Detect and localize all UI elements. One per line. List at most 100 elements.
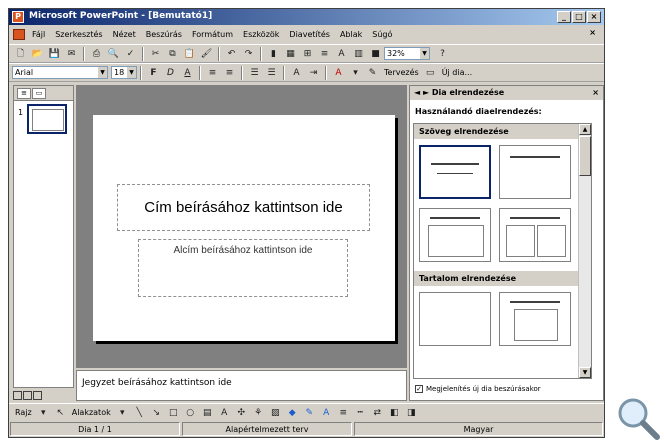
font-color-chevron-icon[interactable]: ▾ [349, 66, 362, 79]
3d-icon[interactable]: ◨ [405, 406, 418, 419]
redo-icon[interactable]: ↷ [242, 47, 255, 60]
line-color-icon[interactable]: ✎ [303, 406, 316, 419]
oval-icon[interactable]: ○ [184, 406, 197, 419]
slide-canvas[interactable]: Cím beírásához kattintson ide Alcím beír… [93, 115, 395, 341]
subtitle-placeholder[interactable]: Alcím beírásához kattintson ide [138, 239, 348, 297]
slideshow-view-icon[interactable] [33, 391, 42, 400]
chevron-down-icon[interactable]: ▼ [420, 48, 429, 59]
menu-file[interactable]: Fájl [27, 30, 50, 39]
powerpoint-app-icon[interactable]: P [12, 11, 24, 23]
title-placeholder[interactable]: Cím beírásához kattintson ide [117, 184, 370, 231]
numbering-icon[interactable]: ☰ [248, 66, 261, 79]
wordart-icon[interactable]: A [218, 406, 231, 419]
copy-icon[interactable]: ⧉ [166, 47, 179, 60]
line-icon[interactable]: ╲ [133, 406, 146, 419]
menu-format[interactable]: Formátum [187, 30, 238, 39]
new-icon[interactable]: 🗋 [14, 47, 27, 60]
layout-content[interactable] [499, 292, 571, 346]
layout-title-two-columns[interactable] [499, 208, 571, 262]
underline-icon[interactable]: A [181, 66, 194, 79]
show-on-insert-checkbox[interactable]: ✓ [415, 385, 423, 393]
expand-all-icon[interactable]: ≡ [318, 47, 331, 60]
font-color-icon[interactable]: A [332, 66, 345, 79]
menu-tools[interactable]: Eszközök [238, 30, 284, 39]
shadow-icon[interactable]: ◧ [388, 406, 401, 419]
font-size-combo[interactable]: 18 ▼ [111, 66, 137, 79]
draw-menu-button[interactable]: Rajz [15, 408, 32, 417]
chevron-down-icon[interactable]: ▼ [98, 67, 107, 78]
color-grayscale-icon[interactable]: ■ [369, 47, 382, 60]
menu-slideshow[interactable]: Diavetítés [284, 30, 335, 39]
paste-icon[interactable]: 📋 [183, 47, 196, 60]
dash-style-icon[interactable]: ┅ [354, 406, 367, 419]
scroll-thumb[interactable] [579, 136, 591, 176]
print-icon[interactable]: ⎙ [90, 47, 103, 60]
select-pointer-icon[interactable]: ↖ [54, 406, 67, 419]
layout-title-and-text[interactable] [419, 208, 491, 262]
indent-icon[interactable]: ⇥ [307, 66, 320, 79]
chevron-down-icon[interactable]: ▼ [127, 67, 136, 78]
table-icon[interactable]: ▦ [284, 47, 297, 60]
task-pane-close-icon[interactable]: × [592, 86, 599, 100]
spelling-icon[interactable]: ✓ [124, 47, 137, 60]
outline-tab-icon[interactable]: ≡ [17, 88, 31, 99]
open-icon[interactable]: 📂 [31, 47, 44, 60]
menu-view[interactable]: Nézet [108, 30, 141, 39]
italic-icon[interactable]: D [164, 66, 177, 79]
close-button[interactable]: × [587, 11, 601, 23]
minimize-button[interactable]: _ [557, 11, 571, 23]
diagram-icon[interactable]: ✣ [235, 406, 248, 419]
rectangle-icon[interactable]: □ [167, 406, 180, 419]
textbox-icon[interactable]: ▤ [201, 406, 214, 419]
permission-icon[interactable]: ✉ [65, 47, 78, 60]
line-style-icon[interactable]: ≡ [337, 406, 350, 419]
print-preview-icon[interactable]: 🔍 [107, 47, 120, 60]
slide-sorter-view-icon[interactable] [23, 391, 32, 400]
menu-help[interactable]: Súgó [367, 30, 397, 39]
back-icon[interactable]: ◄ [414, 88, 420, 97]
notes-pane[interactable]: Jegyzet beírásához kattintson ide [76, 370, 407, 401]
normal-view-icon[interactable] [13, 391, 22, 400]
layout-blank[interactable] [419, 292, 491, 346]
scroll-up-icon[interactable]: ▲ [579, 124, 591, 135]
fill-color-icon[interactable]: ◆ [286, 406, 299, 419]
task-pane-scrollbar[interactable]: ▲ ▼ [578, 124, 591, 378]
document-close-icon[interactable]: × [589, 28, 596, 37]
bold-icon[interactable]: F [147, 66, 160, 79]
zoom-combo[interactable]: 32% ▼ [384, 47, 430, 60]
show-on-insert-option[interactable]: ✓ Megjelenítés új dia beszúrásakor [415, 385, 541, 393]
menu-insert[interactable]: Beszúrás [141, 30, 187, 39]
show-formatting-icon[interactable]: A [335, 47, 348, 60]
chevron-down-icon[interactable]: ▾ [116, 406, 129, 419]
design-icon[interactable]: ✎ [366, 66, 379, 79]
undo-icon[interactable]: ↶ [225, 47, 238, 60]
scroll-down-icon[interactable]: ▼ [579, 367, 591, 378]
menu-window[interactable]: Ablak [335, 30, 367, 39]
align-left-icon[interactable]: ≡ [206, 66, 219, 79]
chevron-down-icon[interactable]: ▾ [37, 406, 50, 419]
design-button-label[interactable]: Tervezés [384, 68, 419, 77]
grid-icon[interactable]: ▥ [352, 47, 365, 60]
document-icon[interactable] [13, 29, 25, 40]
maximize-button[interactable]: □ [572, 11, 586, 23]
autoshapes-menu-button[interactable]: Alakzatok [72, 408, 111, 417]
layout-title-only[interactable] [499, 145, 571, 199]
increase-font-icon[interactable]: A [290, 66, 303, 79]
picture-icon[interactable]: ▨ [269, 406, 282, 419]
menu-edit[interactable]: Szerkesztés [50, 30, 107, 39]
slides-tab-icon[interactable]: ▭ [32, 88, 46, 99]
tables-borders-icon[interactable]: ⊞ [301, 47, 314, 60]
font-color-icon[interactable]: A [320, 406, 333, 419]
arrow-style-icon[interactable]: ⇄ [371, 406, 384, 419]
arrow-icon[interactable]: ↘ [150, 406, 163, 419]
font-combo[interactable]: Arial ▼ [12, 66, 108, 79]
layout-title-slide[interactable] [419, 145, 491, 199]
forward-icon[interactable]: ► [423, 88, 429, 97]
align-center-icon[interactable]: ≡ [223, 66, 236, 79]
help-icon[interactable]: ? [436, 47, 449, 60]
format-painter-icon[interactable]: 🖌 [200, 47, 213, 60]
new-slide-button-label[interactable]: Új dia... [442, 68, 472, 77]
cut-icon[interactable]: ✂ [149, 47, 162, 60]
slide-thumbnail[interactable] [27, 104, 67, 134]
bullets-icon[interactable]: ☰ [265, 66, 278, 79]
